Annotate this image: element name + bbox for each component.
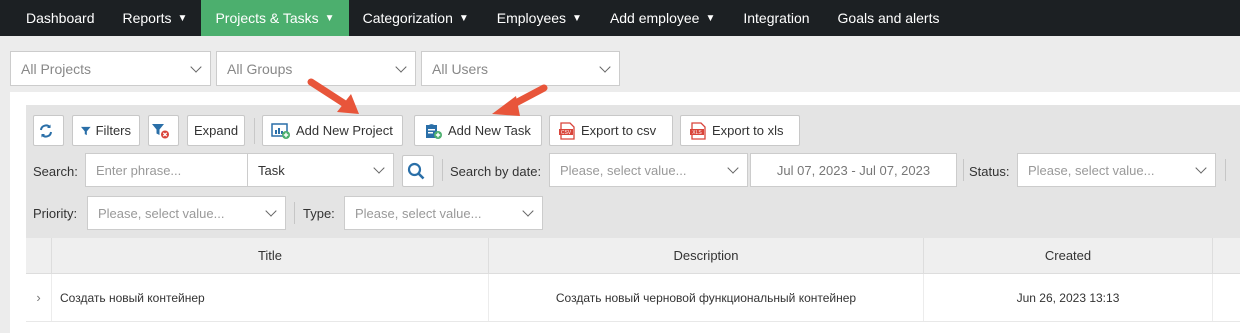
chevron-down-icon bbox=[599, 60, 611, 73]
chevron-down-icon bbox=[265, 205, 277, 217]
row-description: Создать новый черновой функциональный ко… bbox=[489, 274, 924, 321]
divider bbox=[294, 202, 295, 224]
annotation-arrow-icon bbox=[492, 84, 548, 116]
nav-projects-tasks[interactable]: Projects & Tasks ▼ bbox=[201, 0, 349, 36]
column-header-description[interactable]: Description bbox=[489, 238, 924, 273]
nav-employees[interactable]: Employees ▼ bbox=[483, 0, 596, 36]
chevron-down-icon bbox=[522, 205, 534, 217]
add-task-label: Add New Task bbox=[448, 123, 531, 138]
nav-categorization[interactable]: Categorization ▼ bbox=[349, 0, 483, 36]
table-header: Title Description Created bbox=[26, 238, 1240, 274]
column-header-extra bbox=[1213, 238, 1240, 273]
chevron-down-icon bbox=[727, 162, 739, 174]
nav-label: Integration bbox=[743, 10, 810, 26]
nav-dashboard[interactable]: Dashboard bbox=[12, 0, 109, 36]
search-scope-select[interactable]: Task bbox=[247, 153, 394, 187]
column-header-title[interactable]: Title bbox=[52, 238, 489, 273]
nav-label: Categorization bbox=[362, 10, 453, 26]
nav-integration[interactable]: Integration bbox=[729, 0, 823, 36]
search-icon bbox=[407, 162, 424, 180]
nav-add-employee[interactable]: Add employee ▼ bbox=[596, 0, 729, 36]
add-new-project-button[interactable]: Add New Project bbox=[262, 115, 403, 146]
chevron-down-icon: ▼ bbox=[458, 12, 469, 24]
nav-label: Add employee bbox=[609, 10, 700, 26]
date-range-picker[interactable]: Jul 07, 2023 - Jul 07, 2023 bbox=[750, 153, 957, 187]
nav-label: Dashboard bbox=[26, 10, 95, 26]
search-button[interactable] bbox=[402, 155, 434, 187]
date-type-select[interactable]: Please, select value... bbox=[549, 153, 748, 187]
groups-select-value: All Groups bbox=[227, 60, 293, 77]
column-header-created[interactable]: Created bbox=[924, 238, 1213, 273]
export-xls-label: Export to xls bbox=[712, 123, 784, 138]
xls-file-icon: XLS bbox=[690, 121, 706, 140]
projects-select-value: All Projects bbox=[21, 60, 92, 77]
export-csv-label: Export to csv bbox=[581, 123, 657, 138]
status-label: Status: bbox=[969, 164, 1010, 179]
projects-select[interactable]: All Projects bbox=[10, 51, 211, 86]
type-label: Type: bbox=[303, 206, 335, 221]
top-nav: Dashboard Reports ▼ Projects & Tasks ▼ Cat… bbox=[0, 0, 1240, 36]
search-placeholder: Enter phrase... bbox=[96, 162, 182, 178]
expand-button[interactable]: Expand bbox=[187, 115, 245, 146]
row-extra-cell bbox=[1213, 274, 1240, 321]
chevron-down-icon bbox=[395, 60, 407, 73]
toolbar-area: Filters Expand Add New Project Add New T… bbox=[26, 105, 1240, 238]
chevron-down-icon bbox=[373, 162, 385, 174]
priority-select[interactable]: Please, select value... bbox=[87, 196, 286, 230]
svg-text:XLS: XLS bbox=[692, 130, 702, 136]
refresh-button[interactable] bbox=[33, 115, 64, 146]
add-task-icon bbox=[426, 123, 442, 139]
filters-button-label: Filters bbox=[95, 123, 131, 138]
refresh-icon bbox=[40, 123, 52, 138]
csv-file-icon: CSV bbox=[559, 121, 575, 140]
status-select[interactable]: Please, select value... bbox=[1017, 153, 1216, 187]
nav-label: Goals and alerts bbox=[837, 10, 940, 26]
row-title: Создать новый контейнер bbox=[52, 274, 489, 321]
table-row[interactable]: › Создать новый контейнер Создать новый … bbox=[26, 274, 1240, 322]
priority-label: Priority: bbox=[33, 206, 78, 221]
row-created: Jun 26, 2023 13:13 bbox=[924, 274, 1213, 321]
chevron-down-icon: ▼ bbox=[572, 12, 582, 24]
divider bbox=[1225, 159, 1226, 181]
search-scope-value: Task bbox=[258, 162, 285, 178]
chevron-down-icon bbox=[1195, 162, 1207, 174]
annotation-arrow-icon bbox=[307, 78, 359, 114]
nav-goals-alerts[interactable]: Goals and alerts bbox=[824, 0, 954, 36]
nav-label: Projects & Tasks bbox=[215, 10, 319, 26]
clear-filter-icon bbox=[152, 123, 169, 138]
nav-reports[interactable]: Reports ▼ bbox=[109, 0, 202, 36]
search-by-date-label: Search by date: bbox=[450, 164, 542, 179]
divider bbox=[963, 159, 964, 181]
nav-label: Employees bbox=[496, 10, 567, 26]
chevron-down-icon bbox=[190, 60, 202, 73]
divider bbox=[442, 159, 443, 181]
funnel-icon bbox=[81, 126, 91, 135]
priority-placeholder: Please, select value... bbox=[98, 205, 225, 221]
chevron-right-icon[interactable]: › bbox=[26, 274, 52, 321]
chevron-down-icon: ▼ bbox=[177, 12, 188, 24]
nav-label: Reports bbox=[122, 10, 172, 26]
expand-button-label: Expand bbox=[193, 123, 239, 138]
toolbar-divider bbox=[254, 118, 255, 144]
tasks-table: Title Description Created › Создать новы… bbox=[26, 238, 1240, 322]
export-csv-button[interactable]: CSV Export to csv bbox=[549, 115, 673, 146]
date-type-placeholder: Please, select value... bbox=[560, 162, 687, 178]
clear-filters-button[interactable] bbox=[148, 115, 179, 146]
chevron-down-icon: ▼ bbox=[705, 12, 716, 24]
export-xls-button[interactable]: XLS Export to xls bbox=[680, 115, 800, 146]
date-range-value: Jul 07, 2023 - Jul 07, 2023 bbox=[776, 162, 931, 178]
status-placeholder: Please, select value... bbox=[1028, 162, 1155, 178]
expand-column-header bbox=[26, 238, 52, 273]
search-label: Search: bbox=[33, 164, 78, 179]
type-placeholder: Please, select value... bbox=[355, 205, 482, 221]
svg-text:CSV: CSV bbox=[561, 130, 572, 136]
chevron-down-icon: ▼ bbox=[324, 12, 335, 24]
users-select-value: All Users bbox=[432, 60, 489, 77]
add-project-icon bbox=[271, 122, 290, 139]
filters-button[interactable]: Filters bbox=[72, 115, 140, 146]
search-input[interactable]: Enter phrase... bbox=[85, 153, 248, 187]
type-select[interactable]: Please, select value... bbox=[344, 196, 543, 230]
add-project-label: Add New Project bbox=[296, 123, 393, 138]
